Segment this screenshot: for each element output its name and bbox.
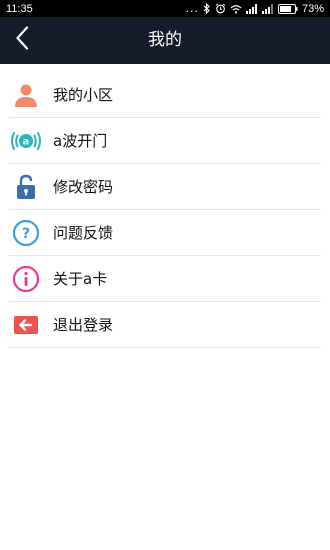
bluetooth-icon [203, 3, 211, 14]
svg-text:a: a [23, 136, 30, 147]
logout-icon [9, 308, 43, 342]
alarm-icon [215, 3, 226, 14]
menu-item-my-community[interactable]: 我的小区 [9, 72, 321, 118]
status-time: 11:35 [6, 2, 33, 15]
svg-text:?: ? [22, 226, 30, 242]
person-icon [9, 78, 43, 112]
menu-label: 关于a卡 [53, 270, 108, 288]
menu-label: 修改密码 [53, 178, 114, 196]
signal-icon [245, 3, 258, 14]
chevron-left-icon [15, 26, 29, 54]
info-icon [9, 262, 43, 296]
lock-icon [9, 170, 43, 204]
wifi-icon [230, 4, 242, 14]
menu-label: a波开门 [53, 132, 108, 150]
nav-bar: 我的 [0, 17, 330, 64]
back-button[interactable] [8, 23, 36, 57]
signal-icon-2 [261, 3, 274, 14]
menu-label: 我的小区 [53, 86, 114, 104]
menu-label: 退出登录 [53, 316, 114, 334]
notification-dots: ... [185, 2, 199, 15]
page-title: 我的 [148, 30, 182, 50]
menu-item-logout[interactable]: 退出登录 [9, 302, 321, 348]
question-icon: ? [9, 216, 43, 250]
battery-percent: 73% [301, 2, 324, 15]
menu-item-a-wave-open[interactable]: a a波开门 [9, 118, 321, 164]
battery-icon [277, 3, 298, 14]
menu-item-change-password[interactable]: 修改密码 [9, 164, 321, 210]
a-wave-icon: a [9, 124, 43, 158]
menu-item-feedback[interactable]: ? 问题反馈 [9, 210, 321, 256]
status-bar: 11:35 ... 73% [0, 0, 330, 17]
menu-label: 问题反馈 [53, 224, 114, 242]
menu-list: 我的小区 a a波开门 修改密码 ? 问题反馈 关于a卡 退出登录 [0, 72, 330, 348]
menu-item-about[interactable]: 关于a卡 [9, 256, 321, 302]
status-icons: ... 73% [185, 0, 324, 17]
